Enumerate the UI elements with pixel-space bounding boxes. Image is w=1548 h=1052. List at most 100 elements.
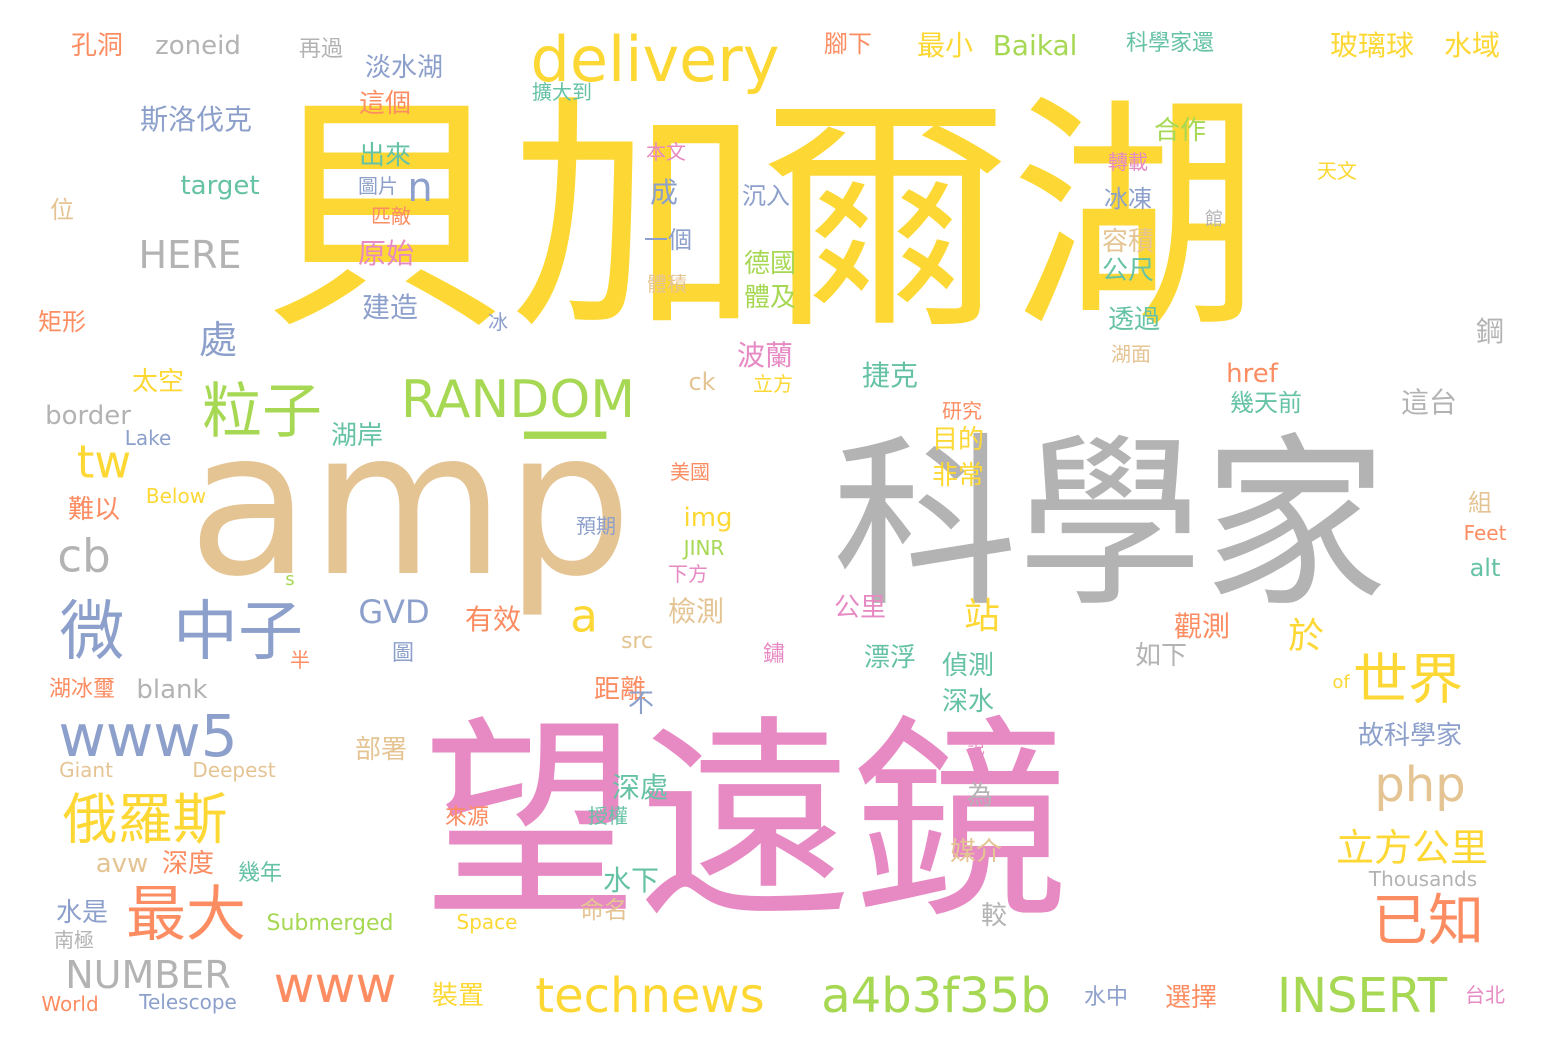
cloud-word: World [41,992,99,1016]
cloud-word: 半 [290,648,310,672]
cloud-word: src [620,629,654,654]
cloud-word: 成 [649,176,679,209]
cloud-word: 淡水湖 [364,53,444,83]
cloud-word: 深處 [611,771,669,804]
cloud-word: 孔洞 [70,31,124,61]
cloud-word: 本文 [646,140,686,164]
cloud-word: 匹敵 [371,204,411,228]
cloud-word: 立方公里 [1335,826,1489,870]
cloud-word: 建造 [361,291,419,324]
cloud-word: 組 [1468,489,1492,517]
cloud-word: 漂浮 [863,643,917,673]
cloud-word: 最大 [126,880,246,950]
cloud-word: 非常 [931,461,985,491]
cloud-word: 斯洛伐克 [139,103,253,136]
cloud-word: 偵測 [941,651,995,681]
cloud-word: 湖面 [1111,342,1151,366]
cloud-word: 於 [1287,616,1325,657]
cloud-word: href [1226,359,1278,389]
cloud-word: 俄羅斯 [62,787,228,852]
cloud-word: 矩形 [38,308,86,336]
cloud-word: a [570,589,598,643]
cloud-word: 來源 [444,805,490,830]
cloud-word: 德國 [743,249,797,279]
word-cloud: 貝加爾湖 望遠鏡 科學家 amp 一 delivery RANDOM 粒子微中子 www5 俄羅斯… [0,0,1548,1052]
cloud-word: 授權 [588,804,628,828]
cloud-word: 沉入 [742,182,790,210]
cloud-word: 體及 [743,283,797,313]
cloud-word: 玻璃球 [1329,29,1415,62]
cloud-word: a4b3f35b [821,968,1051,1024]
cloud-word: 已知 [1372,889,1484,954]
cloud-word: 位 [50,196,74,224]
cloud-word: 最小 [916,29,974,62]
cloud-word: 幾天前 [1230,389,1302,417]
cloud-word: 圖片 [358,174,398,198]
cloud-word: 微 [59,594,125,670]
cloud-word: 深水 [941,687,995,717]
cloud-word: 鋼 [1475,315,1505,348]
cloud-word: 較 [980,901,1008,931]
cloud-word: 再過 [298,37,344,62]
cloud-word: Giant [59,758,113,782]
cloud-word: 公尺 [1101,256,1155,286]
cloud-word: 太空 [131,367,185,397]
cloud-word: JINR [683,536,725,560]
cloud-word: n [407,165,433,211]
cloud-word: zoneid [155,31,241,61]
cloud-word: 轉載 [1108,150,1148,174]
cloud-word: 美國 [670,460,710,484]
cloud-word: 南極 [54,928,94,952]
cloud-word: 湖冰璽 [48,677,116,702]
cloud-word: 水是 [55,898,109,928]
cloud-word: 冰 [488,310,508,334]
cloud-word: 選擇 [1164,983,1218,1013]
cloud-word: blank [136,675,208,705]
cloud-word: 公里 [833,593,887,623]
cloud-word: Submerged [266,911,394,936]
cloud-word: img [683,503,733,533]
cloud-word: 立方 [753,372,793,396]
cloud-word: 圖 [391,641,415,666]
cloud-word: RANDOM [400,370,636,430]
cloud-word: 為 [966,781,994,811]
cloud-word: 這個 [358,89,412,119]
cloud-word: 水中 [1083,985,1129,1010]
cloud-word: 中子 [172,594,304,670]
cloud-word: 波蘭 [736,339,794,372]
cloud-word: 容積 [1101,227,1155,257]
cloud-word: 幾年 [237,861,283,886]
cloud-word: of [1332,672,1350,693]
cloud-word: 命名 [580,896,628,924]
cloud-word: 冰凍 [1104,185,1152,213]
cloud-word: 不 [627,689,655,719]
cloud-word: 透過 [1107,305,1161,335]
cloud-word: 故科學家 [1357,721,1463,751]
cloud-word: avw [95,849,149,879]
cloud-word: tw [76,435,132,489]
cloud-word: ck [688,368,716,396]
cloud-word: 處 [198,318,238,362]
cloud-word: 湖岸 [330,421,384,451]
cloud-word: 擴大到 [532,80,592,104]
cloud-word: 觀測 [1173,610,1231,643]
cloud-word: 台北 [1465,983,1505,1007]
cloud-word: 部署 [354,735,408,765]
cloud-word: 一個 [644,226,692,254]
cloud-word: 天文 [1317,159,1357,183]
cloud-word: 粒子 [202,377,322,447]
cloud-word: Lake [124,426,172,450]
cloud-word: Feet [1463,521,1507,545]
cloud-word: 目的 [931,425,985,455]
cloud-word: GVD [358,593,430,631]
cloud-word: Baikal [992,29,1078,62]
cloud-word: 體積 [647,272,687,296]
cloud-word: border [45,401,131,431]
cloud-word: technews [535,968,765,1024]
cloud-word: 腳下 [824,30,872,58]
cloud-word: target [180,171,260,201]
cloud-word: 合作 [1153,116,1207,146]
cloud-word: 如下 [1134,641,1188,671]
cloud-word: cb [57,529,111,583]
cloud-word: 研究 [942,399,982,423]
